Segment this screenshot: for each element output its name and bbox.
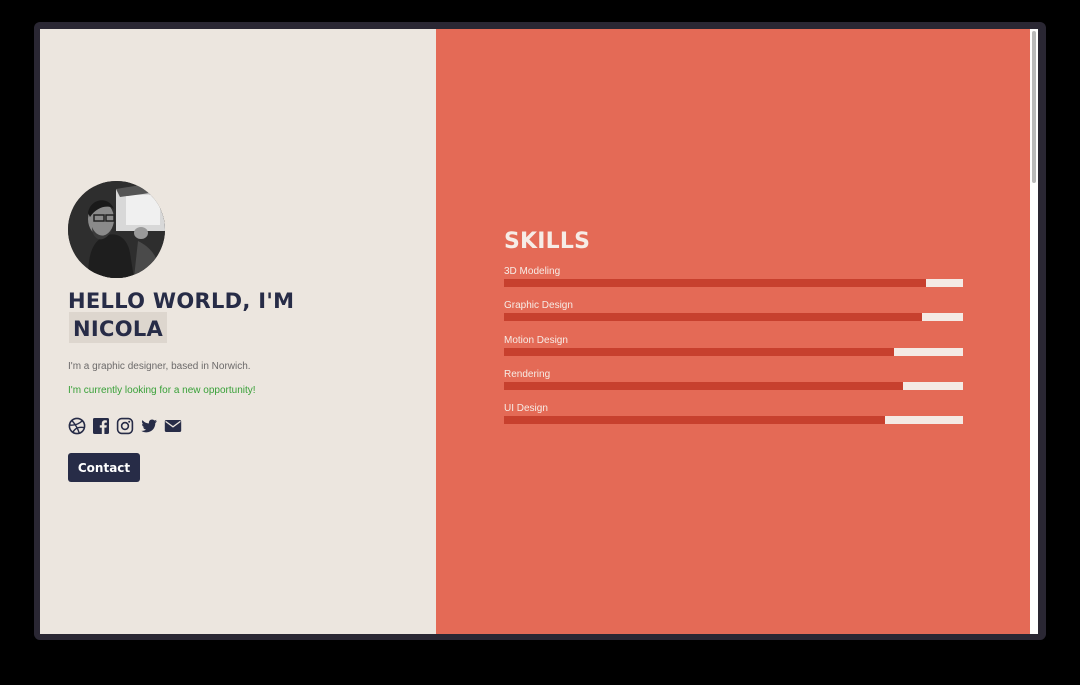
skill-item: UI Design (504, 403, 963, 437)
scrollbar-thumb[interactable] (1032, 31, 1036, 183)
bio-text: I'm a graphic designer, based in Norwich… (68, 361, 251, 372)
skill-label: UI Design (504, 403, 548, 415)
skills-heading: SKILLS (504, 229, 591, 254)
avatar-photo (68, 181, 165, 278)
skill-item: Rendering (504, 369, 963, 403)
skill-bar-fill (504, 381, 904, 390)
skill-bar-track (504, 313, 963, 322)
page-viewport: HELLO WORLD, I'M NICOLA I'm a graphic de… (40, 29, 1038, 634)
intro-panel: HELLO WORLD, I'M NICOLA I'm a graphic de… (40, 29, 436, 634)
skill-item: 3D Modeling (504, 266, 963, 300)
contact-button[interactable]: Contact (68, 453, 140, 482)
facebook-icon[interactable] (92, 417, 110, 435)
social-links (68, 417, 182, 435)
profile-avatar (68, 181, 165, 278)
skill-label: Rendering (504, 368, 551, 380)
instagram-icon[interactable] (116, 417, 134, 435)
availability-text: I'm currently looking for a new opportun… (68, 385, 256, 396)
skill-bar-track (504, 416, 963, 425)
twitter-icon[interactable] (140, 417, 158, 435)
vertical-scrollbar[interactable] (1030, 29, 1038, 634)
skill-bar-fill (504, 279, 927, 287)
skill-bar-fill (504, 416, 885, 425)
skill-bar-track (504, 347, 963, 356)
name-highlight: NICOLA (69, 312, 168, 343)
skill-bar-fill (504, 347, 895, 356)
skill-bar-track (504, 381, 963, 390)
skill-item: Graphic Design (504, 300, 963, 334)
skill-bar-fill (504, 313, 922, 322)
skill-label: Motion Design (504, 334, 568, 346)
email-icon[interactable] (164, 417, 182, 435)
greeting-heading: HELLO WORLD, I'M (68, 289, 295, 313)
dribbble-icon[interactable] (68, 417, 86, 435)
skill-label: Graphic Design (504, 300, 573, 312)
skill-bar-track (504, 279, 963, 287)
skills-list: 3D Modeling Graphic Design Motion Design… (504, 266, 963, 437)
skill-item: Motion Design (504, 335, 963, 369)
skills-panel: SKILLS 3D Modeling Graphic Design Motion… (436, 29, 1030, 634)
skill-label: 3D Modeling (504, 266, 561, 277)
